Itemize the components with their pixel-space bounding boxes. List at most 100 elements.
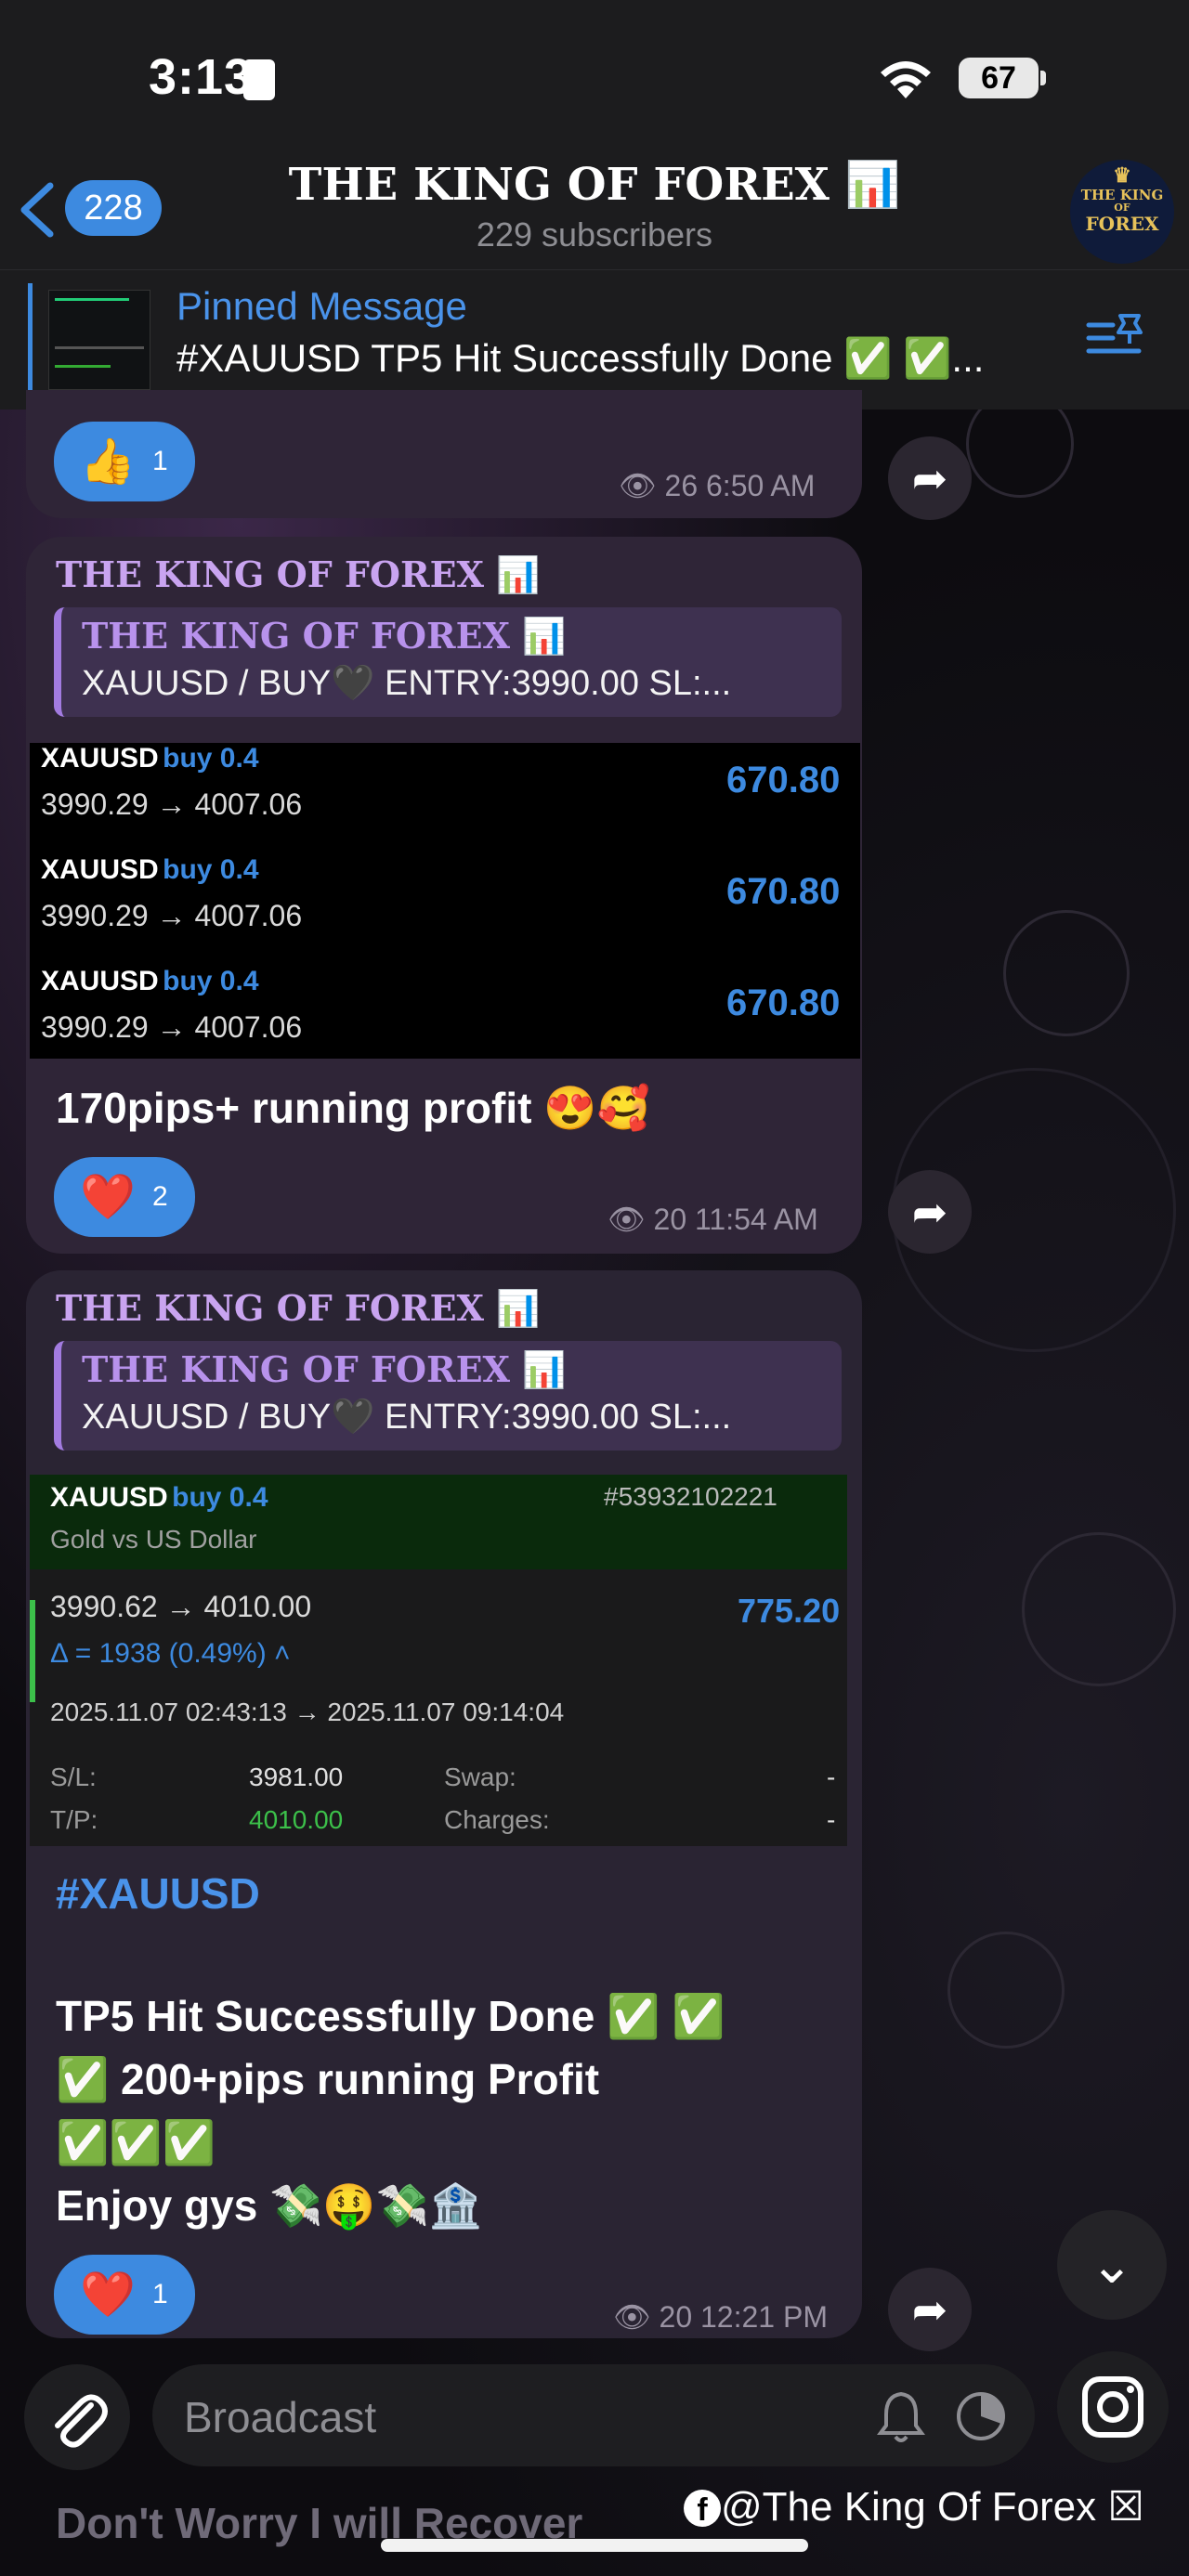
attach-button[interactable] bbox=[24, 2364, 130, 2470]
reply-text: XAUUSD / BUY🖤 ENTRY:3990.00 SL:... bbox=[82, 1398, 732, 1437]
thumbs-up-icon: 👍 bbox=[80, 437, 136, 487]
trade-side: buy 0.4 bbox=[163, 854, 259, 885]
reply-text: XAUUSD / BUY🖤 ENTRY:3990.00 SL:... bbox=[82, 664, 732, 703]
views-eye-icon: 👁 bbox=[608, 1203, 646, 1236]
message-time: 11:54 AM bbox=[695, 1203, 818, 1236]
tp-value: 4010.00 bbox=[249, 1805, 344, 1834]
tp-label: T/P: bbox=[50, 1805, 98, 1834]
heart-icon: ❤️ bbox=[80, 2270, 136, 2320]
input-placeholder: Broadcast bbox=[184, 2393, 377, 2441]
trade-prices: 3990.29 → 4007.06 bbox=[41, 899, 303, 932]
trade-symbol: XAUUSD bbox=[41, 854, 159, 885]
bell-icon[interactable] bbox=[875, 2388, 927, 2444]
trade-screenshot[interactable]: XAUUSD buy 0.4 3990.29 → 4007.06 670.80 … bbox=[30, 743, 860, 1059]
focus-icon bbox=[243, 59, 275, 100]
message-line: ✅✅✅ bbox=[56, 2118, 216, 2166]
order-id: #53932102221 bbox=[604, 1482, 777, 1511]
crown-icon: ♛ bbox=[1113, 163, 1131, 188]
paperclip-icon bbox=[55, 2394, 108, 2448]
view-count: 20 bbox=[653, 1203, 687, 1236]
reply-quote[interactable]: THE KING OF FOREX 📊 XAUUSD / BUY🖤 ENTRY:… bbox=[54, 1341, 842, 1451]
trade-row: XAUUSD buy 0.4 bbox=[41, 743, 259, 774]
trade-symbol: XAUUSD bbox=[41, 743, 159, 774]
heart-icon: ❤️ bbox=[80, 1173, 136, 1222]
reaction-chip[interactable]: 👍 1 bbox=[54, 422, 195, 501]
position-indicator bbox=[30, 1600, 35, 1702]
pinned-indicator bbox=[28, 283, 33, 395]
trade-prices: 3990.29 → 4007.06 bbox=[41, 787, 303, 821]
view-count: 26 bbox=[664, 469, 699, 502]
charges-value: - bbox=[827, 1805, 836, 1834]
broadcast-input[interactable]: Broadcast bbox=[152, 2364, 1035, 2466]
trade-prices: 3990.29 → 4007.06 bbox=[41, 1010, 303, 1044]
trade-timestamps: 2025.11.07 02:43:13 → 2025.11.07 09:14:0… bbox=[50, 1698, 565, 1726]
trade-symbol: XAUUSD bbox=[50, 1482, 168, 1513]
trade-prices: 3990.62 → 4010.00 bbox=[50, 1590, 312, 1623]
message-time: 6:50 AM bbox=[706, 469, 816, 502]
reaction-chip[interactable]: ❤️ 2 bbox=[54, 1157, 195, 1237]
watermark: f @The King Of Forex ☒ bbox=[684, 2483, 1144, 2530]
trade-row: XAUUSD buy 0.4 bbox=[50, 1482, 268, 1514]
battery-tip bbox=[1040, 71, 1046, 85]
trade-side: buy 0.4 bbox=[172, 1482, 268, 1513]
battery-indicator: 67 bbox=[959, 58, 1039, 98]
trade-side: buy 0.4 bbox=[163, 966, 259, 996]
trade-profit: 670.80 bbox=[726, 760, 841, 800]
instagram-icon bbox=[1082, 2376, 1143, 2438]
channel-title[interactable]: THE KING OF FOREX 📊 bbox=[0, 158, 1189, 211]
message-line: Enjoy gys 💸🤑💸🏦 bbox=[56, 2181, 483, 2230]
reply-quote[interactable]: THE KING OF FOREX 📊 XAUUSD / BUY🖤 ENTRY:… bbox=[54, 607, 842, 717]
hashtag-link[interactable]: #XAUUSD bbox=[56, 1868, 260, 1919]
views-eye-icon: 👁 bbox=[613, 2300, 651, 2334]
message-meta: 👁 20 11:54 AM bbox=[608, 1202, 818, 1237]
trade-row: XAUUSD buy 0.4 bbox=[41, 854, 259, 886]
scroll-to-bottom-button[interactable]: ⌄ bbox=[1057, 2210, 1167, 2320]
message-meta: 👁 20 12:21 PM bbox=[613, 2299, 828, 2335]
reaction-count: 2 bbox=[152, 1181, 168, 1212]
pin-list-icon[interactable] bbox=[1085, 310, 1146, 362]
pinned-text: #XAUUSD TP5 Hit Successfully Done ✅ ✅... bbox=[176, 336, 985, 380]
message-meta: 👁 26 6:50 AM bbox=[619, 468, 815, 503]
trade-symbol: XAUUSD bbox=[41, 966, 159, 996]
trade-profit: 775.20 bbox=[738, 1592, 841, 1630]
trade-card[interactable]: XAUUSD buy 0.4 #53932102221 Gold vs US D… bbox=[30, 1475, 847, 1846]
price-delta: Δ = 1938 (0.49%) ˄ bbox=[50, 1638, 291, 1669]
message-author: THE KING OF FOREX 📊 bbox=[56, 1287, 541, 1329]
message-line: TP5 Hit Successfully Done ✅ ✅ bbox=[56, 1992, 725, 2040]
home-indicator[interactable] bbox=[381, 2539, 808, 2552]
charges-label: Charges: bbox=[444, 1805, 550, 1834]
trade-side: buy 0.4 bbox=[163, 743, 259, 774]
background-doodle bbox=[1003, 910, 1130, 1036]
reaction-count: 1 bbox=[152, 2279, 168, 2309]
wifi-icon bbox=[881, 61, 931, 98]
facebook-icon: f bbox=[684, 2490, 721, 2528]
timer-icon[interactable] bbox=[953, 2388, 1009, 2444]
sl-label: S/L: bbox=[50, 1763, 97, 1791]
message-time: 12:21 PM bbox=[700, 2300, 828, 2334]
trade-profit: 670.80 bbox=[726, 982, 841, 1023]
view-count: 20 bbox=[659, 2300, 693, 2334]
message-author: THE KING OF FOREX 📊 bbox=[56, 553, 541, 595]
forward-button[interactable]: ➦ bbox=[888, 436, 972, 520]
avatar-line: THE KING bbox=[1080, 187, 1164, 203]
watermark-text: @The King Of Forex ☒ bbox=[721, 2484, 1144, 2530]
status-time: 3:13 bbox=[149, 49, 254, 105]
views-eye-icon: 👁 bbox=[619, 469, 657, 502]
sl-value: 3981.00 bbox=[249, 1763, 344, 1791]
swap-value: - bbox=[827, 1763, 836, 1791]
channel-avatar[interactable]: ♛ THE KING OF FOREX bbox=[1070, 160, 1174, 264]
avatar-line: FOREX bbox=[1085, 213, 1159, 235]
trade-profit: 670.80 bbox=[726, 871, 841, 912]
message-line: ✅ 200+pips running Profit bbox=[56, 2055, 600, 2103]
instagram-button[interactable] bbox=[1057, 2351, 1169, 2463]
swap-label: Swap: bbox=[444, 1763, 516, 1791]
forward-button[interactable]: ➦ bbox=[888, 2268, 972, 2351]
background-doodle bbox=[947, 1932, 1065, 2049]
forward-button[interactable]: ➦ bbox=[888, 1170, 972, 1254]
pinned-label: Pinned Message bbox=[176, 284, 467, 328]
reaction-chip[interactable]: ❤️ 1 bbox=[54, 2255, 195, 2335]
reaction-count: 1 bbox=[152, 446, 168, 476]
reply-title: THE KING OF FOREX 📊 bbox=[82, 615, 567, 657]
message-text: 170pips+ running profit 😍🥰 bbox=[56, 1084, 650, 1132]
background-doodle bbox=[1022, 1532, 1176, 1686]
